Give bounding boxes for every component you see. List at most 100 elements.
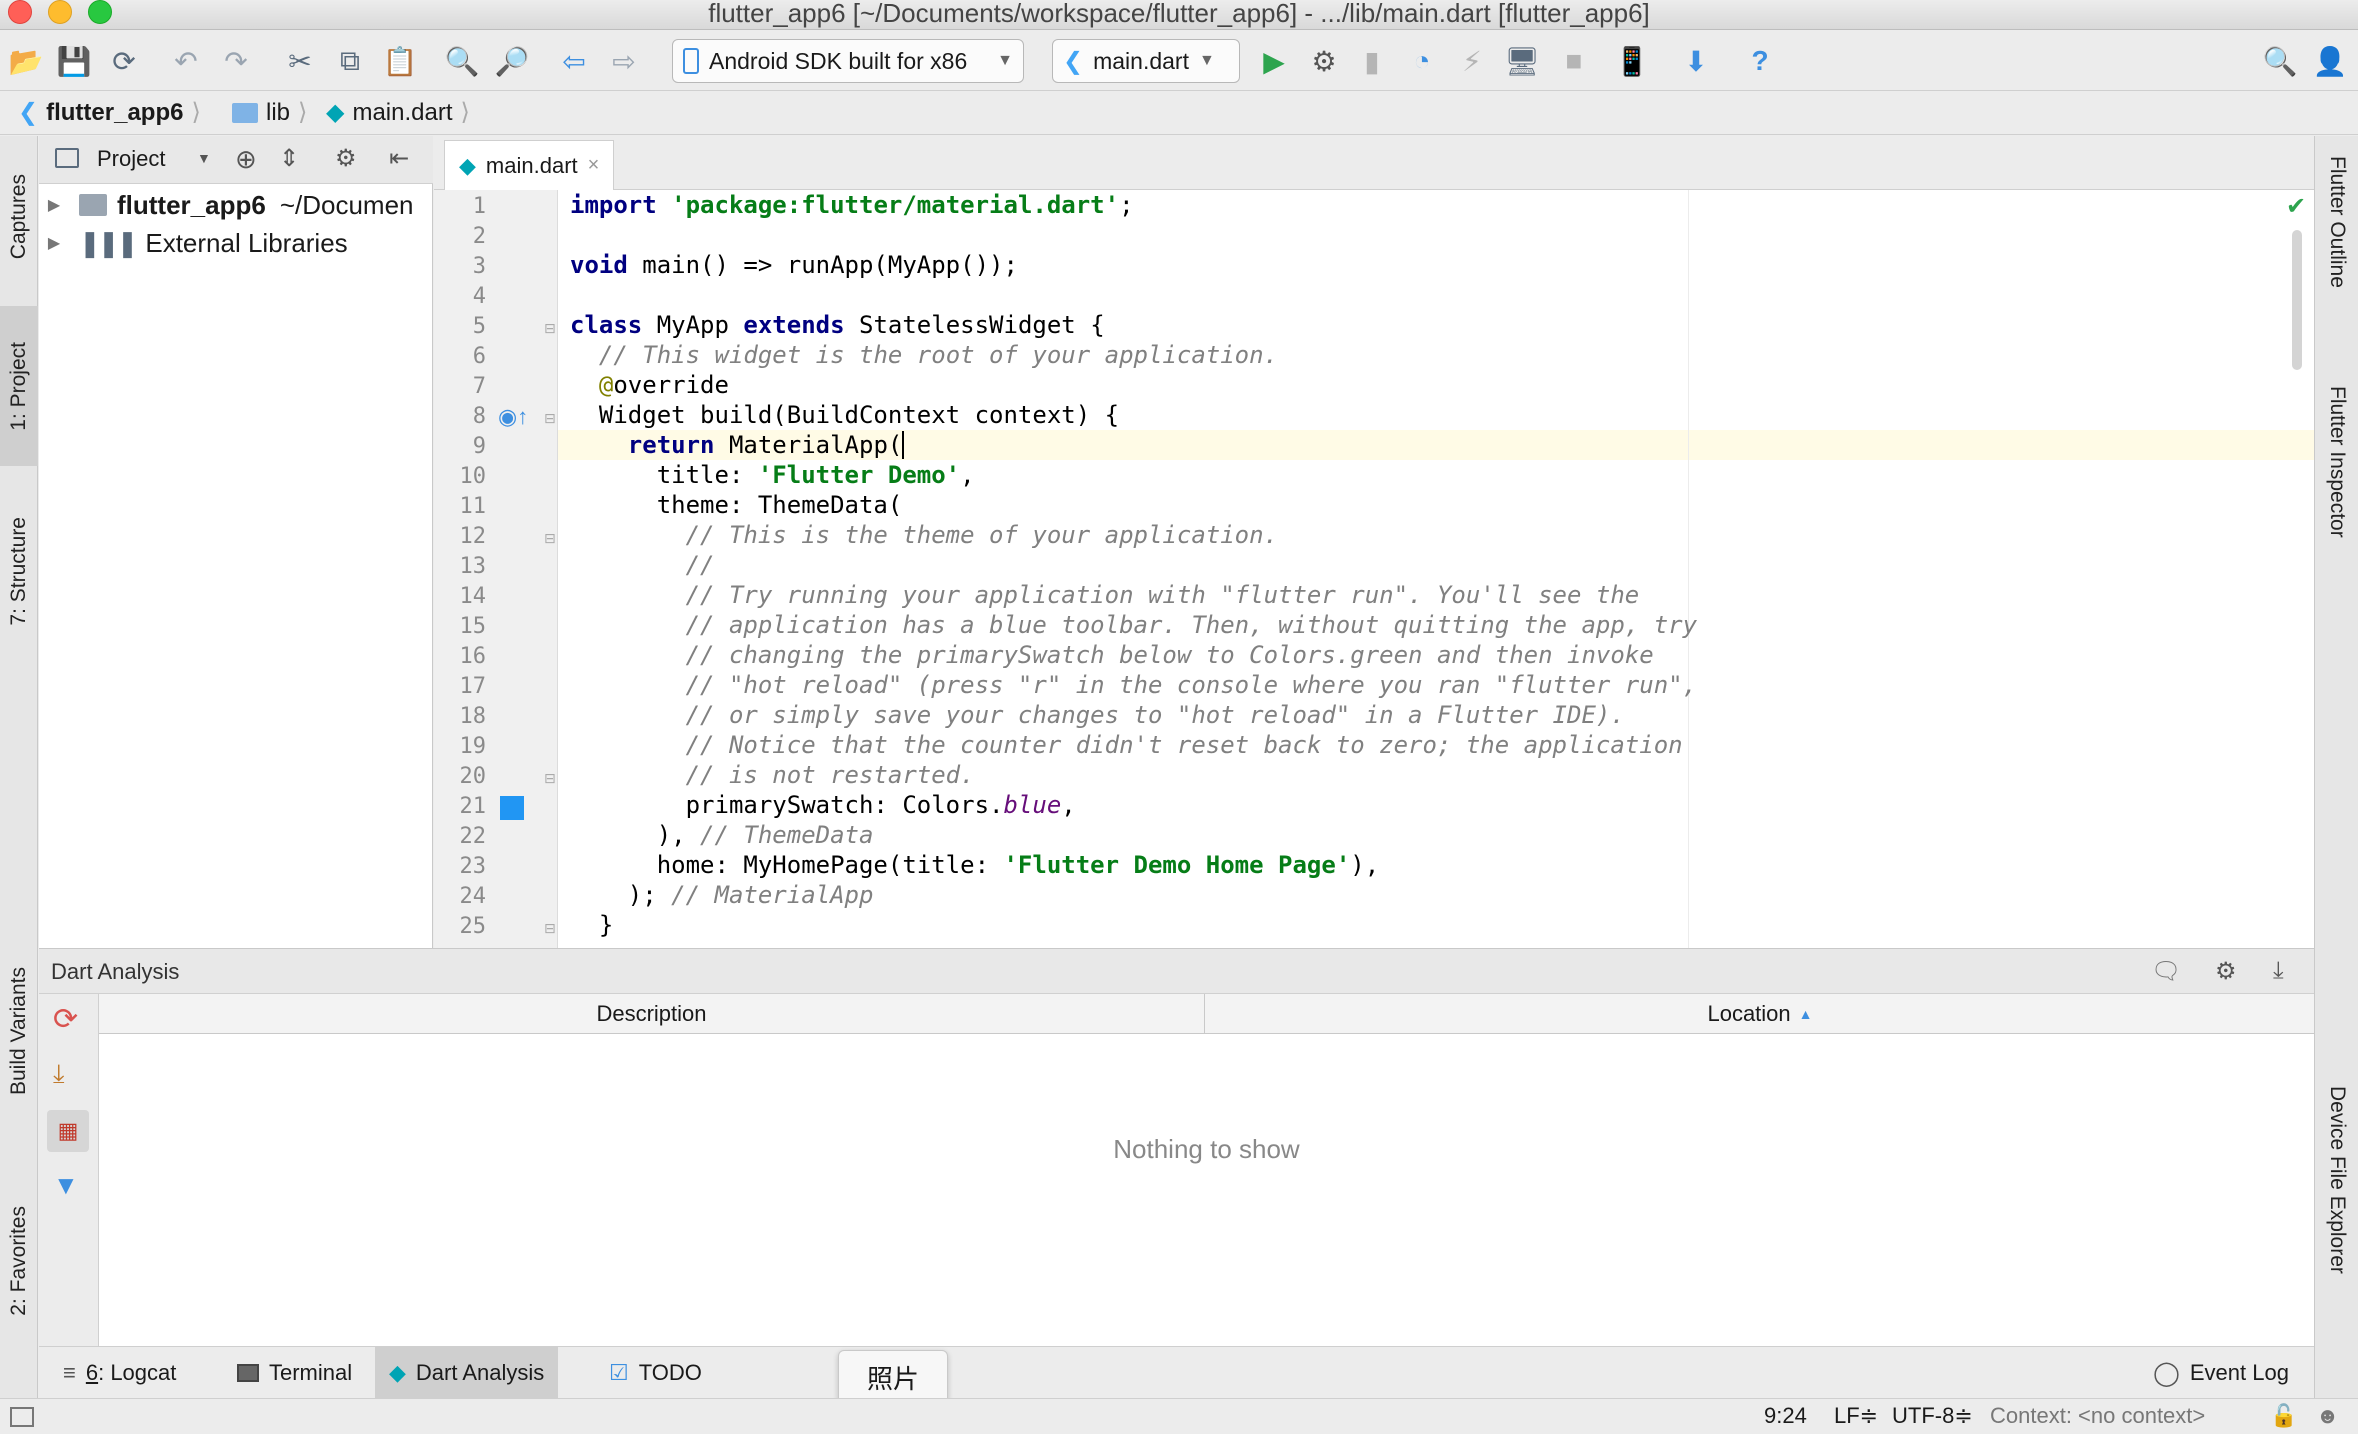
project-view-mode[interactable]: Project xyxy=(97,146,165,172)
line-number[interactable]: 4 xyxy=(434,284,486,309)
fold-icon[interactable]: ⊟ xyxy=(544,320,556,337)
line-number[interactable]: 15 xyxy=(434,614,487,639)
tab-project[interactable]: 1: Project xyxy=(0,306,38,466)
gear-icon[interactable]: ⚙ xyxy=(335,144,357,173)
fold-icon[interactable]: ⊟ xyxy=(544,530,556,547)
line-number[interactable]: 9 xyxy=(434,434,486,459)
line-number[interactable]: 14 xyxy=(434,584,487,609)
tab-captures[interactable]: Captures xyxy=(0,152,38,282)
filter-icon[interactable]: ▼ xyxy=(53,1170,79,1201)
open-folder-icon[interactable]: 📂 xyxy=(8,43,44,79)
line-number[interactable]: 19 xyxy=(434,734,487,759)
line-number[interactable]: 16 xyxy=(434,644,487,669)
stop-icon[interactable]: ■ xyxy=(1556,43,1592,79)
tree-expand-icon[interactable]: ▶ xyxy=(39,233,69,253)
run-icon[interactable]: ▶ xyxy=(1256,43,1292,79)
gear-icon[interactable]: ⚙ xyxy=(2215,957,2237,986)
tab-terminal[interactable]: Terminal xyxy=(223,1347,366,1399)
line-number[interactable]: 20 xyxy=(434,764,487,789)
tab-dart-analysis[interactable]: ◆ Dart Analysis xyxy=(375,1347,559,1399)
device-selector[interactable]: Android SDK built for x86 ▼ xyxy=(672,39,1024,83)
fold-icon[interactable]: ⊟ xyxy=(544,920,556,937)
copy-icon[interactable]: ⧉ xyxy=(332,43,368,79)
paste-icon[interactable]: 📋 xyxy=(382,43,418,79)
attach-debugger-icon[interactable]: 🖥 xyxy=(1504,43,1540,79)
coverage-icon[interactable]: ▮ xyxy=(1354,43,1390,79)
line-number[interactable]: 11 xyxy=(434,494,487,519)
profile-icon[interactable]: ◔ xyxy=(1404,43,1440,79)
tab-logcat[interactable]: ≡ 6: Logcat xyxy=(49,1347,190,1399)
line-number[interactable]: 17 xyxy=(434,674,487,699)
line-number[interactable]: 5 xyxy=(434,314,486,339)
tab-structure[interactable]: 7: Structure xyxy=(0,486,38,656)
column-location[interactable]: Location ▲ xyxy=(1206,994,2314,1034)
file-encoding[interactable]: UTF-8≑ xyxy=(1892,1403,1973,1429)
hide-panel-icon[interactable]: ⇤ xyxy=(389,144,409,173)
avd-manager-icon[interactable]: 📱 xyxy=(1614,43,1650,79)
search-everywhere-icon[interactable]: 🔍 xyxy=(2262,43,2298,79)
inspector-icon[interactable]: ☻ xyxy=(2316,1403,2339,1429)
line-number[interactable]: 18 xyxy=(434,704,487,729)
tab-favorites[interactable]: 2: Favorites xyxy=(0,1166,38,1356)
line-number[interactable]: 12 xyxy=(434,524,487,549)
tab-build-variants[interactable]: Build Variants xyxy=(0,936,38,1126)
tab-flutter-inspector[interactable]: Flutter Inspector xyxy=(2315,386,2358,726)
line-number[interactable]: 21 xyxy=(434,794,487,819)
tab-main-dart[interactable]: ◆ main.dart × xyxy=(444,140,615,190)
fold-icon[interactable]: ⊟ xyxy=(544,410,556,427)
toggle-tool-windows-icon[interactable] xyxy=(10,1407,34,1427)
help-icon[interactable]: ? xyxy=(1742,43,1778,79)
chevron-down-icon[interactable]: ▼ xyxy=(197,150,211,166)
column-description[interactable]: Description xyxy=(99,994,1205,1034)
cut-icon[interactable]: ✂ xyxy=(282,43,318,79)
sdk-manager-icon[interactable]: ⬇ xyxy=(1678,43,1714,79)
line-number[interactable]: 13 xyxy=(434,554,487,579)
line-separator[interactable]: LF≑ xyxy=(1834,1403,1878,1429)
line-number[interactable]: 3 xyxy=(434,254,486,279)
undo-icon[interactable]: ↶ xyxy=(168,43,204,79)
caret-position[interactable]: 9:24 xyxy=(1764,1403,1807,1429)
hide-panel-icon[interactable]: ⤓ xyxy=(2273,957,2284,985)
locate-icon[interactable]: ⊕ xyxy=(235,144,257,175)
override-marker-icon[interactable]: ◉↑ xyxy=(498,404,528,430)
tree-expand-icon[interactable]: ▶ xyxy=(39,195,69,215)
user-icon[interactable]: 👤 xyxy=(2312,43,2348,79)
breadcrumb-file[interactable]: ◆ main.dart ⟩ xyxy=(326,98,470,127)
tree-item-project-root[interactable]: ▶ flutter_app6 ~/Documen xyxy=(39,186,414,224)
line-number[interactable]: 10 xyxy=(434,464,487,489)
hot-reload-icon[interactable]: ⚡ xyxy=(1454,43,1490,79)
tab-todo[interactable]: ☑ TODO xyxy=(595,1347,716,1399)
tab-flutter-outline[interactable]: Flutter Outline xyxy=(2315,156,2358,376)
color-swatch-icon[interactable] xyxy=(500,796,524,820)
line-number[interactable]: 2 xyxy=(434,224,486,249)
scrollbar[interactable] xyxy=(2292,230,2302,370)
line-number[interactable]: 25 xyxy=(434,914,487,939)
breadcrumb-project[interactable]: ❮ flutter_app6 ⟩ xyxy=(18,98,201,127)
debug-icon[interactable]: ⚙ xyxy=(1306,43,1342,79)
breadcrumb-lib[interactable]: lib ⟩ xyxy=(232,98,307,127)
line-number[interactable]: 6 xyxy=(434,344,486,369)
tab-event-log[interactable]: ◯ Event Log xyxy=(2139,1347,2303,1399)
tree-item-external-libraries[interactable]: ▶ ❚❚❚ External Libraries xyxy=(39,224,348,262)
forward-icon[interactable]: ⇨ xyxy=(606,43,642,79)
tab-device-file-explorer[interactable]: Device File Explorer xyxy=(2315,1086,2358,1386)
save-all-icon[interactable]: 💾 xyxy=(56,43,92,79)
replace-icon[interactable]: 🔎 xyxy=(494,43,530,79)
rerun-analysis-icon[interactable]: ⟳ xyxy=(53,1002,78,1037)
redo-icon[interactable]: ↷ xyxy=(218,43,254,79)
back-icon[interactable]: ⇦ xyxy=(556,43,592,79)
line-number[interactable]: 8 xyxy=(434,404,486,429)
line-number[interactable]: 1 xyxy=(434,194,486,219)
line-number[interactable]: 7 xyxy=(434,374,486,399)
context-indicator[interactable]: Context: <no context> xyxy=(1990,1403,2205,1429)
group-by-icon[interactable]: ▦ xyxy=(47,1110,89,1152)
code-editor[interactable]: ✔ import 'package:flutter/material.dart'… xyxy=(558,190,2314,948)
run-config-selector[interactable]: ❮ main.dart ▼ xyxy=(1052,39,1240,83)
line-number[interactable]: 23 xyxy=(434,854,487,879)
sync-icon[interactable]: ⟳ xyxy=(106,43,142,79)
find-icon[interactable]: 🔍 xyxy=(444,43,480,79)
close-tab-icon[interactable]: × xyxy=(588,154,600,177)
collapse-all-icon[interactable]: ⇕ xyxy=(279,144,299,173)
fold-icon[interactable]: ⊟ xyxy=(544,770,556,787)
lock-icon[interactable]: 🔓 xyxy=(2270,1403,2297,1429)
